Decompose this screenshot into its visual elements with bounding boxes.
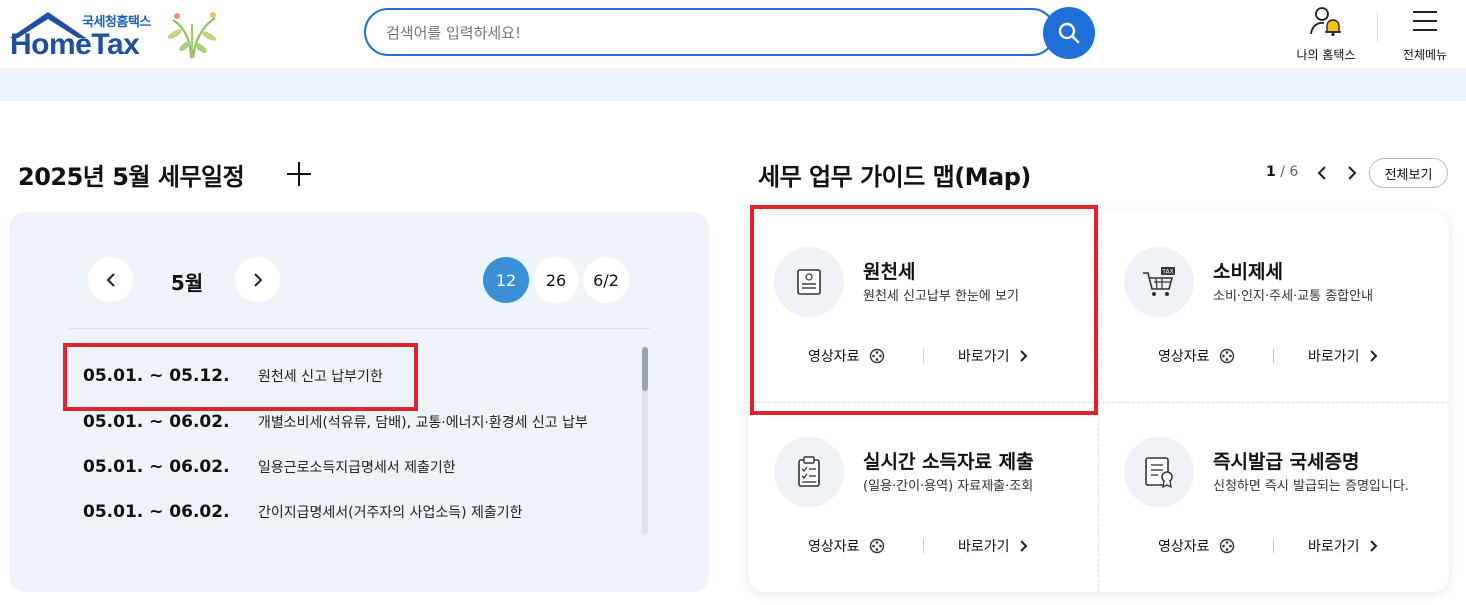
certificate-icon <box>1124 437 1194 507</box>
header: 국세청홈택스 HomeTax 나의 홈택스 <box>0 0 1466 68</box>
plus-icon <box>287 162 311 186</box>
guide-item-title[interactable]: 소비제세 <box>1213 257 1283 284</box>
schedule-scroll-thumb[interactable] <box>642 347 648 391</box>
schedule-item[interactable]: 05.01. ~ 06.02. 개별소비세(석유류, 담배), 교통·에너지·환… <box>83 407 588 437</box>
guide-pager: 1 / 6 <box>1266 164 1298 180</box>
schedule-title: 2025년 5월 세무일정 <box>18 163 245 191</box>
guide-next-button[interactable] <box>1342 163 1362 183</box>
hometax-logo[interactable]: 국세청홈택스 HomeTax <box>8 8 223 62</box>
day-6-2-button[interactable]: 6/2 <box>583 257 629 303</box>
video-link-label: 영상자료 <box>1158 349 1210 365</box>
search-button[interactable] <box>1043 7 1095 59</box>
search-input[interactable] <box>386 20 1026 46</box>
chevron-right-icon <box>1369 350 1377 362</box>
guide-title: 세무 업무 가이드 맵(Map) <box>758 163 1031 191</box>
schedule-more-button[interactable] <box>283 158 315 190</box>
video-link[interactable]: 영상자료 <box>1158 345 1235 367</box>
day-12-button[interactable]: 12 <box>483 257 529 303</box>
go-link-label: 바로가기 <box>1308 539 1360 555</box>
guide-item-consumption-tax: TAX 소비제세 소비·인지·주세·교통 종합안내 영상자료 바로가기 <box>1098 212 1448 402</box>
chevron-right-icon <box>1348 166 1357 180</box>
video-link[interactable]: 영상자료 <box>808 535 885 557</box>
go-link-label: 바로가기 <box>1308 349 1360 365</box>
guide-item-desc: 신청하면 즉시 발급되는 증명입니다. <box>1213 479 1409 494</box>
guide-item-desc: 소비·인지·주세·교통 종합안내 <box>1213 289 1374 304</box>
all-menu-label: 전체메뉴 <box>1402 48 1448 62</box>
schedule-desc: 개별소비세(석유류, 담배), 교통·에너지·환경세 신고 납부 <box>258 415 588 431</box>
chevron-left-icon <box>106 272 115 287</box>
film-reel-icon <box>1219 538 1234 554</box>
divider <box>69 328 650 329</box>
divider <box>1273 349 1274 363</box>
svg-text:TAX: TAX <box>1161 269 1173 276</box>
user-bell-icon <box>1310 7 1341 37</box>
film-reel-icon <box>869 538 884 554</box>
go-link[interactable]: 바로가기 <box>958 535 1029 557</box>
divider <box>1273 539 1274 553</box>
go-link[interactable]: 바로가기 <box>1308 345 1379 367</box>
header-divider <box>1377 12 1378 42</box>
clipboard-icon <box>774 437 844 507</box>
schedule-date: 05.01. ~ 06.02. <box>83 412 230 432</box>
guide-item-desc: (일용·간이·용역) 자료제출·조회 <box>863 479 1034 494</box>
page-current: 1 <box>1266 164 1276 180</box>
film-reel-icon <box>1219 348 1234 364</box>
chevron-right-icon <box>1369 540 1377 552</box>
video-link-label: 영상자료 <box>1158 539 1210 555</box>
schedule-item[interactable]: 05.01. ~ 06.02. 일용근로소득지급명세서 제출기한 <box>83 452 456 482</box>
guide-prev-button[interactable] <box>1312 163 1332 183</box>
chevron-right-icon <box>253 272 262 287</box>
guide-item-tax-certificate: 즉시발급 국세증명 신청하면 즉시 발급되는 증명입니다. 영상자료 바로가기 <box>1098 402 1448 592</box>
schedule-item[interactable]: 05.01. ~ 06.02. 간이지급명세서(거주자의 사업소득) 제출기한 <box>83 497 523 527</box>
page-total: / 6 <box>1280 164 1299 180</box>
logo-big-text: HomeTax <box>10 28 140 61</box>
schedule-date: 05.01. ~ 06.02. <box>83 457 230 477</box>
search-box <box>364 8 1056 56</box>
guide-item-title[interactable]: 즉시발급 국세증명 <box>1213 447 1359 474</box>
chevron-left-icon <box>1317 166 1326 180</box>
schedule-desc: 간이지급명세서(거주자의 사업소득) 제출기한 <box>258 505 523 521</box>
my-hometax-button[interactable]: 나의 홈택스 <box>1288 6 1364 63</box>
video-link-label: 영상자료 <box>808 539 860 555</box>
all-menu-button[interactable]: 전체메뉴 <box>1390 6 1460 63</box>
hamburger-icon <box>1413 11 1437 31</box>
banner-strip <box>0 68 1466 101</box>
highlight-box <box>750 205 1098 415</box>
current-month: 5월 <box>170 271 204 295</box>
schedule-date: 05.01. ~ 06.02. <box>83 502 230 522</box>
tax-cart-icon: TAX <box>1124 247 1194 317</box>
video-link[interactable]: 영상자료 <box>1158 535 1235 557</box>
guide-item-income-submission: 실시간 소득자료 제출 (일용·간이·용역) 자료제출·조회 영상자료 바로가기 <box>748 402 1098 592</box>
next-month-button[interactable] <box>235 257 280 302</box>
my-hometax-label: 나의 홈택스 <box>1296 48 1356 62</box>
day-26-button[interactable]: 26 <box>533 257 579 303</box>
go-link[interactable]: 바로가기 <box>1308 535 1379 557</box>
divider <box>923 539 924 553</box>
search-icon <box>1058 22 1080 44</box>
prev-month-button[interactable] <box>88 257 133 302</box>
guide-item-title[interactable]: 실시간 소득자료 제출 <box>863 447 1034 474</box>
chevron-right-icon <box>1019 540 1027 552</box>
plant-icon <box>167 12 217 59</box>
view-all-button[interactable]: 전체보기 <box>1369 158 1448 188</box>
go-link-label: 바로가기 <box>958 539 1010 555</box>
highlight-box <box>63 343 418 411</box>
schedule-desc: 일용근로소득지급명세서 제출기한 <box>258 460 456 476</box>
